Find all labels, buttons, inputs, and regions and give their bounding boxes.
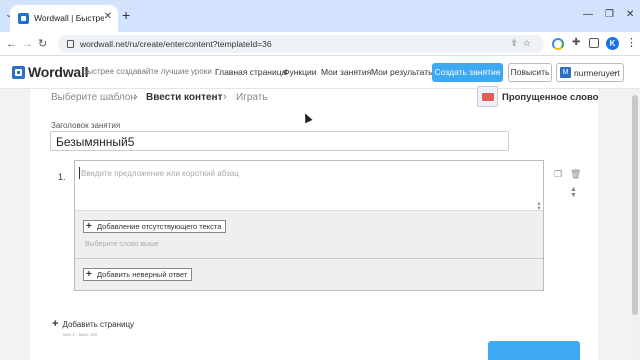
user-menu[interactable]: M nurmeruyert ⌄	[556, 63, 624, 82]
choose-word-hint: Выберите слово выше	[85, 241, 159, 248]
close-window-icon[interactable]: ✕	[626, 9, 634, 20]
browser-menu-icon[interactable]: ⋮	[626, 36, 637, 49]
add-wrong-answer-button[interactable]: + Добавить неверный ответ	[83, 268, 193, 281]
sentence-placeholder: Введите предложение или короткий абзац	[81, 169, 239, 178]
answers-area: + Добавление отсутствующего текста Выбер…	[75, 211, 543, 290]
add-wrong-answer-label: Добавить неверный ответ	[97, 270, 188, 279]
page-limits: мин 1 · макс 100	[63, 332, 98, 337]
url-text[interactable]: wordwall.net/ru/create/entercontent?temp…	[80, 39, 272, 49]
nav-my-activities[interactable]: Мои занятия	[321, 67, 371, 77]
minimize-icon[interactable]: —	[583, 9, 593, 20]
share-star-icons[interactable]: ⇪☆	[510, 38, 536, 49]
done-button[interactable]	[488, 341, 580, 360]
wordwall-logo-icon[interactable]	[12, 66, 25, 79]
chevron-down-icon: ⌄	[612, 67, 619, 76]
chevron-right-icon: ›	[223, 91, 227, 103]
reorder-arrows-icon[interactable]: ▲ ▼	[570, 186, 577, 199]
site-header: Wordwall Быстрее создавайте лучшие уроки…	[0, 56, 640, 89]
duplicate-icon[interactable]: ❐	[554, 169, 562, 180]
url-input[interactable]: wordwall.net/ru/create/entercontent?temp…	[58, 35, 544, 53]
google-extension-icon[interactable]	[552, 38, 564, 50]
trash-icon[interactable]: 🗑	[570, 169, 581, 180]
page-scrollbar[interactable]	[630, 89, 640, 360]
maximize-icon[interactable]: ❐	[605, 9, 614, 20]
reload-icon[interactable]: ↻	[38, 36, 47, 52]
logo-text[interactable]: Wordwall	[28, 64, 89, 80]
chevron-right-icon: ›	[134, 91, 138, 103]
upgrade-button[interactable]: Повысить	[508, 63, 552, 82]
nav-my-results[interactable]: Мои результаты	[371, 67, 434, 77]
template-thumbnail[interactable]	[477, 86, 498, 107]
create-activity-button[interactable]: Создать занятие	[432, 63, 503, 82]
text-cursor	[79, 167, 80, 179]
browser-tab[interactable]: Wordwall | Быстрее создавайте ✕	[10, 5, 118, 32]
browser-tab-bar: ⌄ Wordwall | Быстрее создавайте ✕ + — ❐ …	[0, 0, 640, 32]
activity-title-label: Заголовок занятия	[51, 121, 121, 130]
question-number: 1.	[58, 172, 66, 182]
activity-title-value[interactable]: Безымянный5	[56, 135, 134, 149]
template-name[interactable]: Пропущенное слово	[502, 92, 598, 103]
extensions-icon[interactable]: ✚	[572, 37, 580, 48]
add-missing-text-button[interactable]: + Добавление отсутствующего текста	[83, 220, 227, 233]
plus-icon: +	[86, 221, 92, 232]
tab-title: Wordwall | Быстрее создавайте	[34, 13, 104, 23]
scrollbar-thumb[interactable]	[632, 95, 638, 315]
nav-home[interactable]: Главная страница	[215, 67, 286, 77]
plus-icon: +	[86, 269, 92, 280]
question-card: Введите предложение или короткий абзац ▲…	[74, 160, 544, 291]
plus-icon: +	[52, 318, 59, 330]
side-panel-icon[interactable]	[589, 38, 599, 48]
add-missing-text-label: Добавление отсутствующего текста	[97, 222, 222, 231]
sentence-input[interactable]: Введите предложение или короткий абзац ▲…	[75, 161, 543, 212]
wordwall-favicon-icon	[18, 13, 29, 24]
add-page-label: Добавить страницу	[62, 320, 135, 329]
step-play[interactable]: Играть	[236, 92, 268, 103]
new-tab-icon[interactable]: +	[122, 8, 130, 22]
forward-icon[interactable]: →	[22, 36, 33, 52]
user-avatar: M	[560, 67, 571, 78]
nav-features[interactable]: Функции	[283, 67, 317, 77]
add-page-button[interactable]: + Добавить страницу	[52, 318, 134, 330]
tagline: Быстрее создавайте лучшие уроки	[82, 67, 212, 76]
activity-title-input[interactable]: Безымянный5	[50, 131, 509, 151]
step-enter-content: Ввести контент	[146, 92, 223, 103]
step-choose-template[interactable]: Выберите шаблон	[51, 92, 136, 103]
lock-icon[interactable]	[67, 40, 74, 48]
close-tab-icon[interactable]: ✕	[104, 11, 112, 22]
divider	[75, 258, 543, 259]
back-icon[interactable]: ←	[6, 36, 17, 52]
profile-avatar[interactable]: K	[606, 37, 619, 50]
address-bar: ← → ↻ wordwall.net/ru/create/enterconten…	[0, 32, 640, 56]
editor-panel: Выберите шаблон › Ввести контент › Играт…	[30, 86, 598, 360]
